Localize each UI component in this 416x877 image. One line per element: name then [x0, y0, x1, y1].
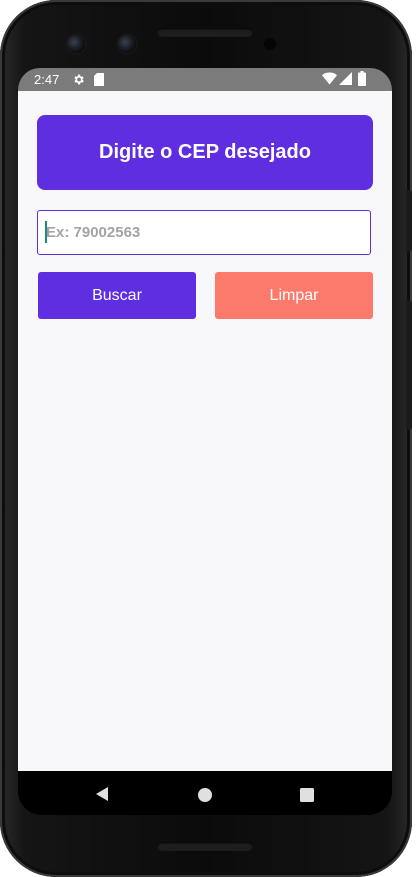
power-button — [406, 190, 412, 252]
volume-button — [406, 300, 412, 430]
bottom-speaker — [157, 842, 253, 851]
header-card: Digite o CEP desejado — [37, 115, 373, 190]
search-button[interactable]: Buscar — [38, 272, 196, 319]
front-camera — [67, 35, 85, 53]
home-icon[interactable] — [198, 788, 212, 807]
screen: 2:47 Digite o CEP desejado Bus — [18, 68, 392, 815]
status-time: 2:47 — [34, 72, 60, 87]
signal-icon — [339, 72, 352, 88]
wifi-icon — [322, 72, 337, 88]
proximity-sensor — [264, 38, 276, 50]
status-bar: 2:47 — [18, 68, 392, 91]
recents-icon[interactable] — [300, 788, 314, 807]
gear-icon — [72, 73, 85, 89]
back-icon[interactable] — [95, 787, 109, 806]
page-title: Digite o CEP desejado — [99, 141, 311, 163]
clear-button[interactable]: Limpar — [215, 272, 373, 319]
front-camera-secondary — [118, 35, 136, 53]
text-cursor — [45, 221, 47, 243]
battery-icon — [358, 71, 366, 89]
cep-input[interactable] — [37, 210, 371, 255]
earpiece-speaker — [157, 28, 253, 37]
app-content: Digite o CEP desejado Buscar Limpar — [18, 91, 392, 771]
phone-frame: 2:47 Digite o CEP desejado Bus — [0, 0, 412, 877]
navigation-bar — [18, 771, 392, 815]
sd-card-icon — [94, 73, 104, 89]
